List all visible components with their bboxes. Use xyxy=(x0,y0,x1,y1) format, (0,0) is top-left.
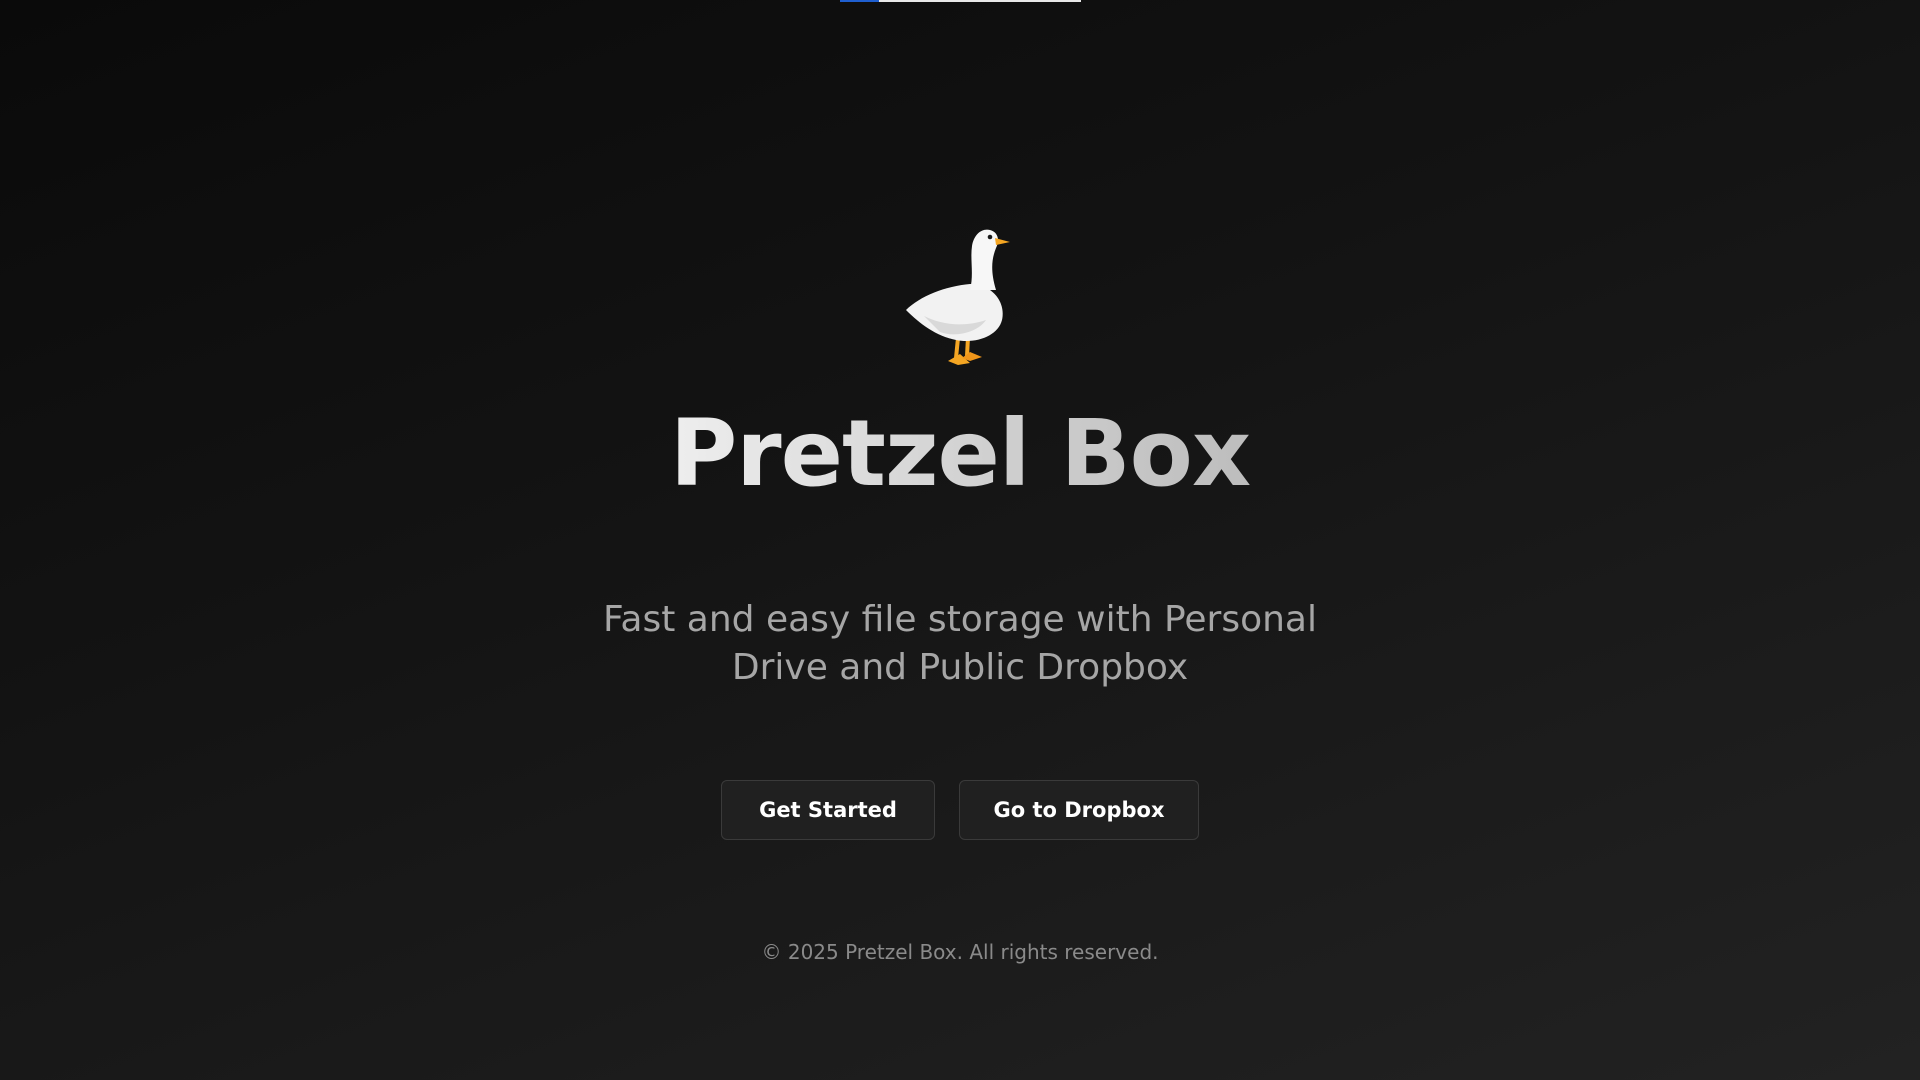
hero-section: Pretzel Box Fast and easy file storage w… xyxy=(0,220,1920,964)
page-title: Pretzel Box xyxy=(669,400,1251,507)
top-progress-fill xyxy=(840,0,879,2)
go-to-dropbox-button[interactable]: Go to Dropbox xyxy=(959,779,1199,840)
tagline: Fast and easy file storage with Personal… xyxy=(603,598,1317,688)
copyright-footer: © 2025 Pretzel Box. All rights reserved. xyxy=(761,939,1159,964)
hero-actions: Get Started Go to Dropbox xyxy=(721,779,1199,840)
top-progress-bar xyxy=(840,0,1081,2)
goose-icon xyxy=(906,229,1010,365)
get-started-button[interactable]: Get Started xyxy=(721,779,935,840)
